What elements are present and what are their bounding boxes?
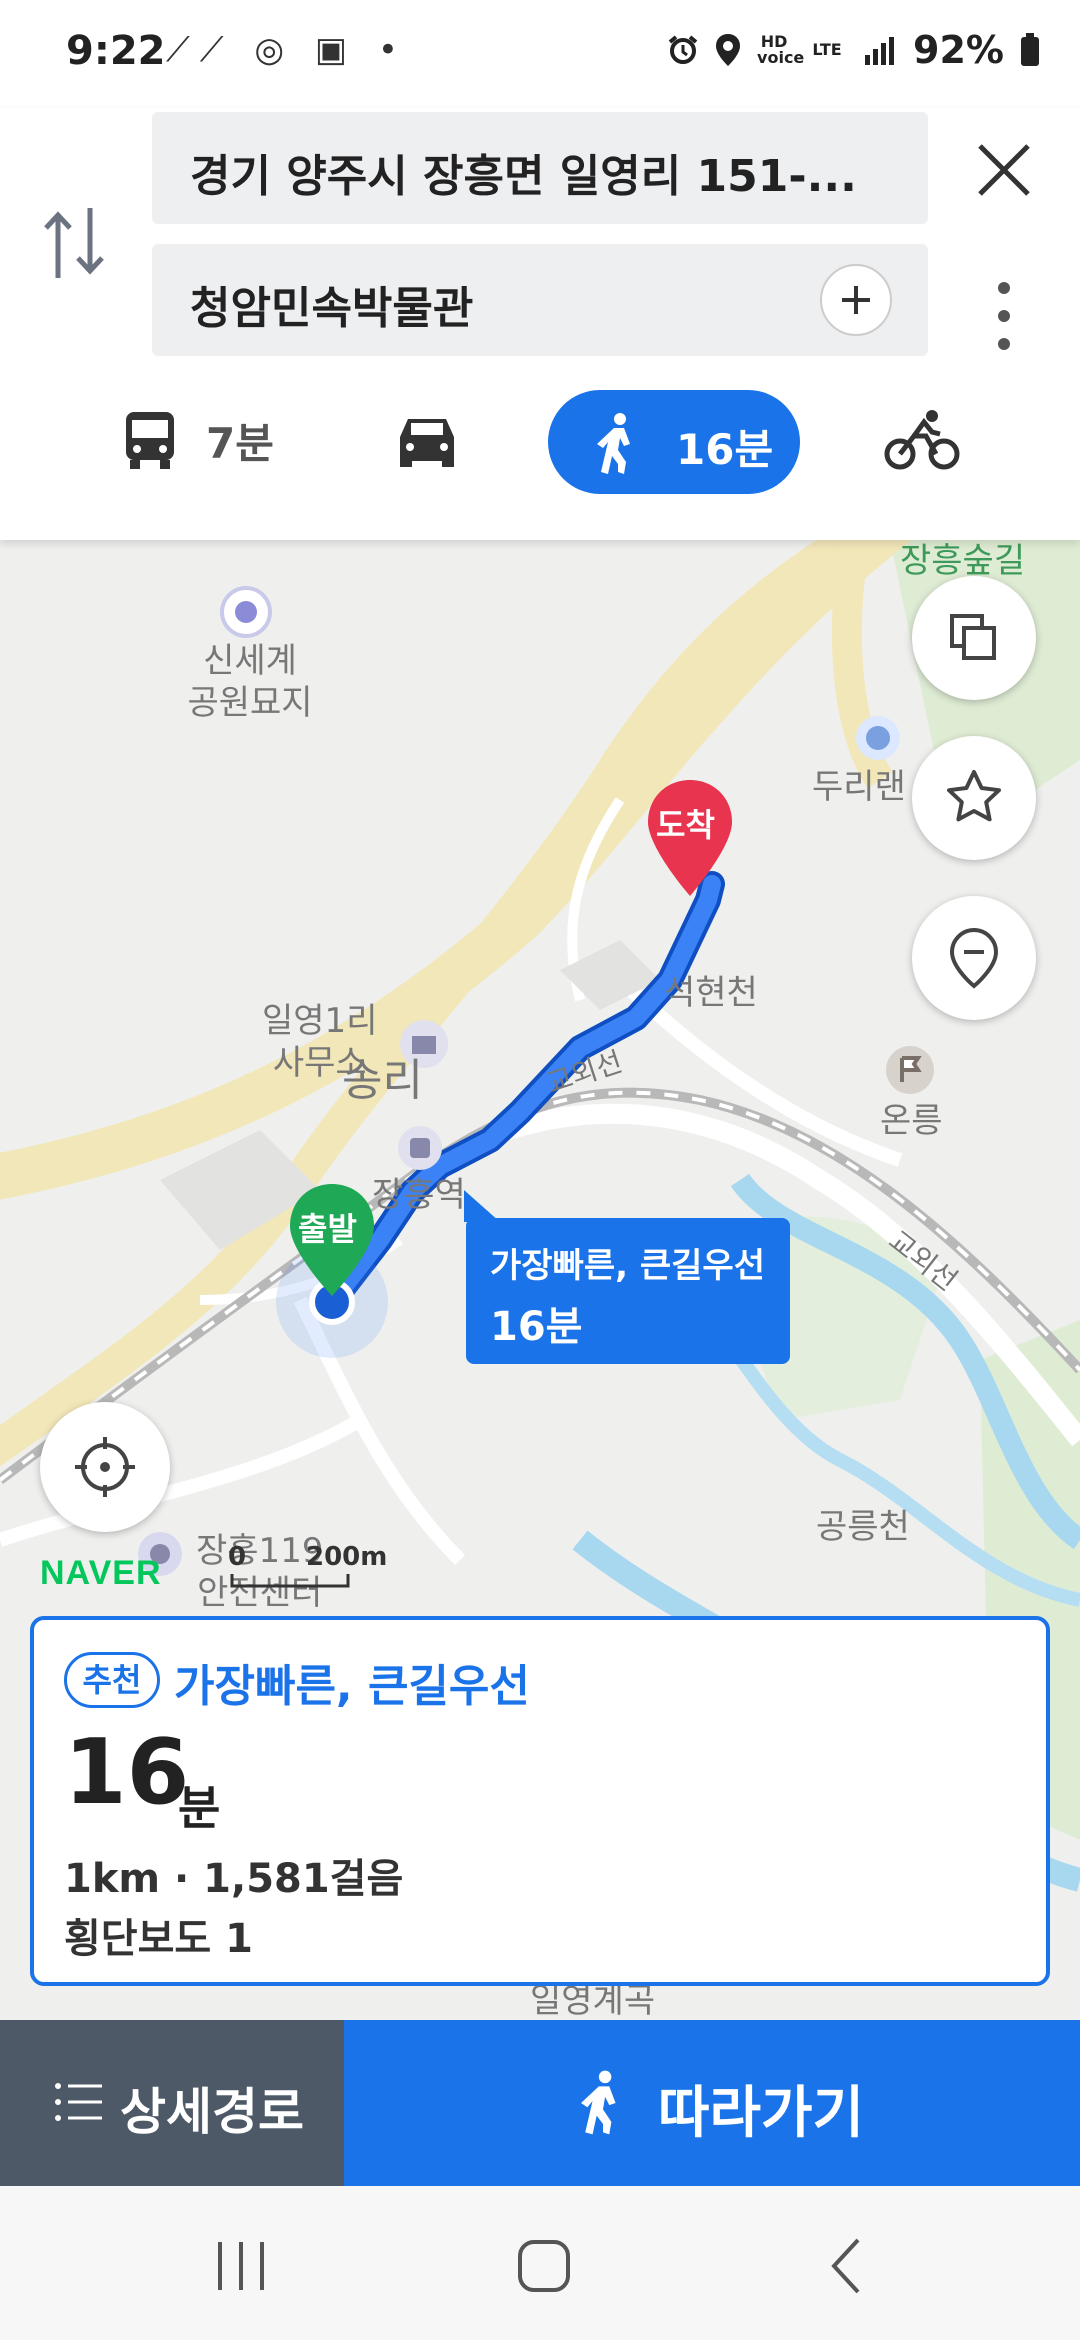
scale-zero: 0	[228, 1542, 247, 1572]
waypoint-button[interactable]	[912, 896, 1036, 1020]
mode-bike-tab[interactable]	[884, 390, 960, 490]
status-time: 9:22	[66, 28, 166, 74]
favorite-button[interactable]	[912, 736, 1036, 860]
bus-icon	[126, 412, 174, 469]
map-label-jangheung-station: 장흥역	[372, 1175, 466, 1215]
route-tooltip[interactable]: 가장빠른, 큰길우선 16분	[464, 1190, 790, 1364]
map-label-shinsegae: 신세계 공원묘지	[187, 641, 313, 723]
car-icon	[400, 419, 454, 467]
destination-field[interactable]: 청암민속박물관	[152, 244, 928, 356]
close-icon	[978, 144, 1030, 196]
scale-bar	[230, 1574, 350, 1588]
route-name: 가장빠른, 큰길우선	[174, 1661, 530, 1712]
status-bar: 9:22 ⟋⟋ ◎ ▣ • HD voice LTE 92%	[0, 0, 1080, 108]
my-location-button[interactable]	[40, 1402, 170, 1532]
notification-icons: ⟋⟋ ◎ ▣ •	[166, 30, 408, 70]
recommend-badge: 추천	[64, 1652, 160, 1708]
detail-route-button[interactable]: 상세경로	[0, 2020, 344, 2186]
battery-percent: 92%	[913, 28, 1004, 72]
destination-text: 청암민속박물관	[190, 283, 474, 334]
detail-route-label: 상세경로	[120, 2083, 304, 2141]
crosswalk-count: 횡단보도 1	[64, 1916, 253, 1962]
map-label-seokhyeoncheon: 석현천	[664, 973, 758, 1013]
follow-label: 따라가기	[658, 2081, 865, 2146]
mode-walk-label: 16분	[676, 425, 774, 474]
origin-text: 경기 양주시 장흥면 일영리 151-...	[190, 151, 857, 202]
map-label-gongneungcheon: 공릉천	[816, 1507, 910, 1547]
plus-icon	[842, 286, 870, 314]
walk-icon	[597, 413, 630, 474]
signal-icon	[865, 37, 895, 65]
location-icon	[716, 34, 741, 66]
map-label-ilyoung-valley: 일영계곡	[530, 1981, 656, 2020]
map-label-durirand: 두리랜	[812, 767, 906, 807]
system-nav-bar	[0, 2186, 1080, 2340]
layers-button[interactable]	[912, 576, 1036, 700]
battery-icon	[1021, 33, 1039, 66]
status-right: HD voice LTE 92%	[667, 28, 1040, 72]
recent-apps-icon[interactable]	[214, 2238, 268, 2294]
close-button[interactable]	[972, 138, 1036, 202]
map-label-songri: 송리	[342, 1055, 423, 1106]
swap-button[interactable]	[40, 198, 110, 288]
mode-car-tab[interactable]	[394, 390, 460, 490]
layers-icon	[950, 614, 996, 660]
more-vertical-icon	[998, 282, 1010, 350]
alarm-icon	[668, 35, 698, 64]
route-summary-card[interactable]: 추천 가장빠른, 큰길우선 16 분 1km · 1,581걸음 횡단보도 1	[30, 1616, 1050, 1986]
list-icon	[55, 2083, 102, 2121]
map-label-oreung: 온릉	[880, 1101, 943, 1141]
swap-arrows-icon	[44, 208, 104, 278]
tooltip-title: 가장빠른, 큰길우선	[490, 1246, 765, 1286]
start-pin[interactable]: 출발	[284, 1180, 380, 1300]
duration-number: 16	[64, 1720, 190, 1825]
start-pin-label: 출발	[298, 1210, 357, 1248]
duration-unit: 분	[178, 1781, 221, 1835]
mode-walk-tab[interactable]: 16분	[548, 390, 800, 494]
star-icon	[947, 770, 1001, 822]
more-menu-button[interactable]	[996, 280, 1012, 352]
tooltip-time: 16분	[490, 1304, 583, 1350]
back-icon[interactable]	[826, 2236, 866, 2296]
mode-bus-tab[interactable]: 7분	[122, 390, 274, 490]
hd-voice-icon: HD voice	[757, 32, 805, 67]
walk-follow-icon	[581, 2070, 616, 2135]
end-pin[interactable]: 도착	[642, 776, 738, 900]
home-icon[interactable]	[514, 2236, 574, 2296]
mode-bus-label: 7분	[206, 418, 274, 468]
tooltip-pointer	[464, 1190, 500, 1222]
map-label-safety-center: 장흥119 안전센터	[196, 1531, 324, 1613]
origin-field[interactable]: 경기 양주시 장흥면 일영리 151-...	[152, 112, 928, 224]
follow-button[interactable]: 따라가기	[344, 2020, 1080, 2186]
scale-200m: 200m	[306, 1542, 388, 1572]
naver-logo: NAVER	[40, 1554, 162, 1592]
add-waypoint-button[interactable]	[820, 264, 892, 336]
bike-icon	[884, 410, 960, 470]
lte-icon: LTE	[812, 40, 842, 59]
pin-minus-icon	[949, 927, 999, 989]
distance-steps: 1km · 1,581걸음	[64, 1856, 404, 1902]
route-header: 경기 양주시 장흥면 일영리 151-... 청암민속박물관 7분 16분	[0, 108, 1080, 540]
map-label-jangheung-forest: 장흥숲길	[900, 541, 1026, 581]
crosshair-icon	[75, 1437, 135, 1497]
end-pin-label: 도착	[656, 806, 715, 844]
